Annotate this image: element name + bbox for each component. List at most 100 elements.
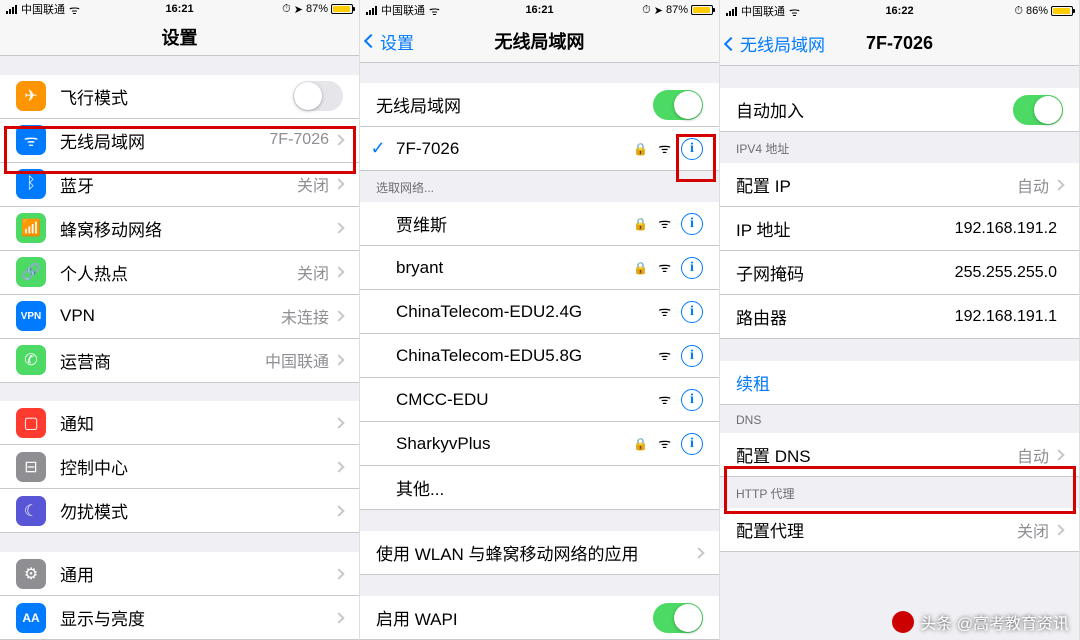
status-time: 16:21 (165, 3, 193, 15)
info-icon[interactable]: i (681, 257, 703, 279)
info-icon[interactable]: i (681, 301, 703, 323)
row-control-center[interactable]: ⊟ 控制中心 (0, 445, 359, 489)
network-name: bryant (396, 258, 633, 278)
general-icon: ⚙ (16, 559, 46, 589)
wlan-screen: 中国联通 ᯤ 16:21 ⏱ ➤ 87% 设置 无线局域网 无线局域网 ✓ 7F… (360, 0, 720, 640)
row-label: 运营商 (60, 348, 265, 373)
row-auto-join[interactable]: 自动加入 (720, 88, 1079, 132)
row-display[interactable]: AA 显示与亮度 (0, 596, 359, 640)
wifi-status-icon: ᯤ (429, 2, 440, 19)
checkmark-icon: ✓ (368, 138, 388, 159)
lock-icon: 🔒 (633, 261, 648, 275)
signal-icon (726, 7, 737, 16)
dnd-icon: ☾ (16, 496, 46, 526)
wifi-signal-icon: ᯤ (658, 302, 671, 321)
chevron-right-icon (333, 612, 344, 623)
row-label: 蓝牙 (60, 172, 297, 197)
row-other-network[interactable]: 其他... (360, 466, 719, 510)
watermark: 头条 @高考教育资讯 (892, 610, 1069, 634)
row-hotspot[interactable]: 🔗 个人热点 关闭 (0, 251, 359, 295)
row-configure-proxy[interactable]: 配置代理 关闭 (720, 508, 1079, 552)
notifications-icon: ▢ (16, 408, 46, 438)
info-icon[interactable]: i (681, 213, 703, 235)
status-bar: 中国联通 ᯤ 16:22 ⏱ 86% (720, 0, 1079, 22)
row-bluetooth[interactable]: ᛒ 蓝牙 关闭 (0, 163, 359, 207)
chevron-right-icon (333, 311, 344, 322)
status-time: 16:21 (525, 4, 553, 16)
page-title: 7F-7026 (866, 33, 933, 54)
lock-icon: 🔒 (633, 437, 648, 451)
row-general[interactable]: ⚙ 通用 (0, 552, 359, 596)
row-wifi[interactable]: ᯤ 无线局域网 7F-7026 (0, 119, 359, 163)
nav-bar: 设置 无线局域网 (360, 21, 719, 63)
row-wapi[interactable]: 启用 WAPI (360, 596, 719, 640)
row-network[interactable]: SharkyvPlus 🔒 ᯤ i (360, 422, 719, 466)
auto-join-toggle[interactable] (1013, 95, 1063, 125)
nav-bar: 设置 (0, 19, 359, 56)
airplane-icon: ✈ (16, 81, 46, 111)
status-bar: 中国联通 ᯤ 16:21 ⏱ ➤ 87% (0, 0, 359, 19)
row-network[interactable]: ChinaTelecom-EDU2.4G ᯤ i (360, 290, 719, 334)
row-value: 7F-7026 (269, 131, 329, 149)
info-icon[interactable]: i (681, 433, 703, 455)
row-ip-address: IP 地址 192.168.191.2 (720, 207, 1079, 251)
row-value: 关闭 (297, 172, 329, 196)
chevron-right-icon (333, 568, 344, 579)
row-label: 启用 WAPI (376, 605, 653, 630)
row-value: 自动 (1017, 443, 1049, 467)
row-configure-dns[interactable]: 配置 DNS 自动 (720, 433, 1079, 477)
info-icon[interactable]: i (681, 138, 703, 160)
back-button[interactable]: 设置 (366, 29, 414, 54)
back-button[interactable]: 无线局域网 (726, 31, 825, 56)
row-label: 个人热点 (60, 260, 297, 285)
wifi-icon: ᯤ (16, 125, 46, 155)
wifi-signal-icon: ᯤ (658, 258, 671, 277)
wlan-toggle[interactable] (653, 90, 703, 120)
back-label: 设置 (380, 29, 414, 54)
row-network[interactable]: CMCC-EDU ᯤ i (360, 378, 719, 422)
row-label: 续租 (736, 370, 1063, 395)
nav-bar: 无线局域网 7F-7026 (720, 22, 1079, 66)
row-network[interactable]: 贾维斯 🔒 ᯤ i (360, 202, 719, 246)
cellular-icon: 📶 (16, 213, 46, 243)
watermark-text: 头条 @高考教育资讯 (920, 610, 1069, 634)
row-wlan-apps[interactable]: 使用 WLAN 与蜂窝移动网络的应用 (360, 531, 719, 575)
network-name: 其他... (396, 475, 703, 500)
row-label: 自动加入 (736, 97, 1013, 122)
display-icon: AA (16, 603, 46, 633)
chevron-right-icon (693, 547, 704, 558)
chevron-right-icon (1053, 179, 1064, 190)
airplane-toggle[interactable] (293, 81, 343, 111)
row-label: 配置 DNS (736, 442, 1017, 467)
chevron-right-icon (333, 179, 344, 190)
wapi-toggle[interactable] (653, 603, 703, 633)
row-renew-lease[interactable]: 续租 (720, 361, 1079, 405)
row-network[interactable]: bryant 🔒 ᯤ i (360, 246, 719, 290)
network-name: CMCC-EDU (396, 390, 658, 410)
wifi-signal-icon: ᯤ (658, 390, 671, 409)
row-wlan-toggle[interactable]: 无线局域网 (360, 83, 719, 127)
row-label: IP 地址 (736, 216, 955, 241)
network-name: 贾维斯 (396, 211, 633, 236)
row-connected-network[interactable]: ✓ 7F-7026 🔒 ᯤ i (360, 127, 719, 171)
row-configure-ip[interactable]: 配置 IP 自动 (720, 163, 1079, 207)
row-notifications[interactable]: ▢ 通知 (0, 401, 359, 445)
row-label: 蜂窝移动网络 (60, 216, 335, 241)
row-airplane[interactable]: ✈ 飞行模式 (0, 75, 359, 119)
control-center-icon: ⊟ (16, 452, 46, 482)
chevron-right-icon (333, 135, 344, 146)
chevron-left-icon (364, 34, 378, 48)
row-cellular[interactable]: 📶 蜂窝移动网络 (0, 207, 359, 251)
network-name: ChinaTelecom-EDU2.4G (396, 302, 658, 322)
info-icon[interactable]: i (681, 389, 703, 411)
row-vpn[interactable]: VPN VPN 未连接 (0, 295, 359, 339)
chevron-right-icon (333, 223, 344, 234)
bluetooth-icon: ᛒ (16, 169, 46, 199)
info-icon[interactable]: i (681, 345, 703, 367)
dns-header: DNS (720, 405, 1079, 433)
row-network[interactable]: ChinaTelecom-EDU5.8G ᯤ i (360, 334, 719, 378)
row-carrier[interactable]: ✆ 运营商 中国联通 (0, 339, 359, 383)
row-dnd[interactable]: ☾ 勿扰模式 (0, 489, 359, 533)
row-label: 显示与亮度 (60, 605, 335, 630)
row-value: 未连接 (281, 304, 329, 328)
